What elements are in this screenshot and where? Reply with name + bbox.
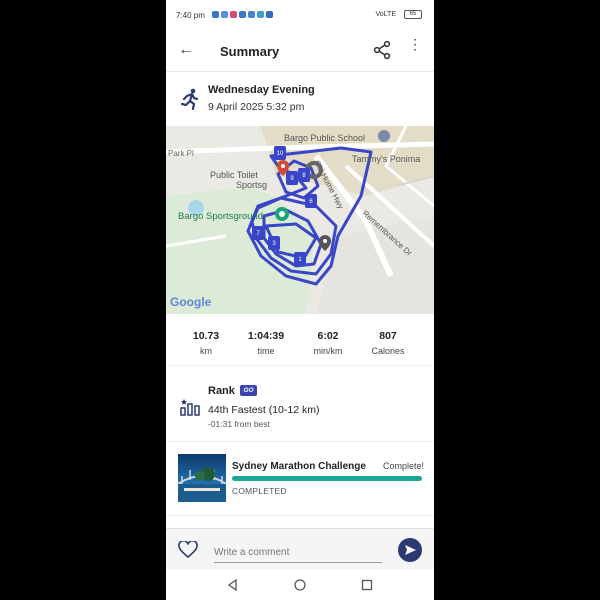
stat-label: min/km [313, 346, 343, 356]
km-marker-8: 8 [298, 168, 310, 182]
send-button[interactable] [398, 538, 422, 562]
system-nav-bar [166, 570, 434, 600]
heart-icon[interactable] [178, 541, 198, 559]
km-marker-9: 9 [286, 171, 298, 185]
stat-label: km [200, 346, 212, 356]
km-marker-6: 6 [305, 194, 317, 208]
km-marker-10: 10 [274, 146, 286, 160]
phone-screen: 7:40 pm VoLTE 65 ← Summary ⋮ Wednesday E… [166, 0, 434, 600]
activity-header: Wednesday Evening 9 April 2025 5:32 pm [166, 76, 434, 126]
app-icon [221, 11, 228, 18]
nav-home-icon[interactable] [293, 578, 307, 592]
back-arrow-icon[interactable]: ← [178, 41, 194, 59]
map-label-sportsground: Bargo Sportsground [178, 211, 263, 222]
map-label-toilet-line1: Public Toilet [210, 170, 258, 180]
stat-label: Calories [371, 346, 405, 356]
start-pin-center [281, 164, 285, 168]
activity-name: Wednesday Evening [208, 84, 315, 96]
route-map[interactable]: Bargo Public School Tammy's Ponima Park … [166, 126, 434, 314]
messenger-icon [212, 11, 219, 18]
comment-bar [166, 528, 434, 570]
stat-value: 1:04:39 [247, 330, 285, 342]
stat-value: 10.73 [192, 330, 220, 342]
rank-diff: -01:31 from best [208, 419, 270, 429]
app-icon [257, 11, 264, 18]
challenge-state: COMPLETED [232, 486, 287, 496]
map-canvas: Bargo Public School Tammy's Ponima Park … [166, 126, 434, 314]
google-logo: Google [170, 295, 212, 309]
rank-chart-icon [180, 399, 200, 416]
more-vert-icon[interactable]: ⋮ [408, 37, 422, 51]
instagram-icon [230, 11, 237, 18]
map-label-park-pl: Park Pl [168, 149, 194, 158]
send-icon [405, 545, 416, 555]
map-label-school: Bargo Public School [284, 133, 365, 143]
challenge-progress-fill [232, 476, 422, 481]
nav-back-icon[interactable] [226, 578, 240, 592]
status-time: 7:40 pm [176, 11, 205, 20]
battery-icon: 65 [404, 10, 422, 19]
activity-datetime: 9 April 2025 5:32 pm [208, 101, 305, 113]
go-badge: GO [240, 385, 257, 396]
app-icon [239, 11, 246, 18]
rank-section[interactable]: Rank GO 44th Fastest (10-12 km) -01:31 f… [166, 370, 434, 442]
challenge-thumbnail [178, 454, 226, 502]
app-icon [248, 11, 255, 18]
stat-label: time [257, 346, 275, 356]
km-marker-3: 3 [268, 236, 280, 250]
stat-calories: 807 Calories [358, 330, 418, 356]
stat-value: 807 [379, 330, 397, 342]
challenge-name: Sydney Marathon Challenge [232, 461, 366, 472]
map-label-toilet-line2: Sportsg [236, 180, 267, 190]
stats-row: 10.73 km 1:04:39 time 6:02 min/km 807 Ca… [166, 322, 434, 366]
map-label-tammys: Tammy's Ponima [352, 154, 420, 164]
end-pin-center [323, 239, 327, 243]
stat-value: 6:02 [317, 330, 339, 342]
network-indicator: VoLTE [375, 11, 397, 18]
stat-time: 1:04:39 time [236, 330, 296, 356]
share-icon[interactable] [372, 40, 392, 60]
rank-position: 44th Fastest (10-12 km) [208, 404, 320, 416]
notification-icons [212, 11, 273, 18]
nav-recents-icon[interactable] [360, 578, 374, 592]
challenge-card[interactable]: Sydney Marathon Challenge Complete! COMP… [166, 442, 434, 516]
svg-text:10: 10 [277, 151, 284, 157]
challenge-progress-bar [232, 476, 422, 481]
km-marker-7: 7 [252, 226, 264, 240]
sportsground-pin-center [279, 211, 285, 217]
km-marker-1: 1 [294, 252, 306, 266]
run-icon [180, 88, 199, 110]
stat-distance: 10.73 km [176, 330, 236, 356]
stat-pace: 6:02 min/km [298, 330, 358, 356]
app-bar: ← Summary ⋮ [166, 30, 434, 72]
challenge-status: Complete! [382, 461, 424, 471]
app-icon [266, 11, 273, 18]
school-pin-icon [378, 130, 390, 142]
page-title: Summary [220, 44, 280, 59]
comment-input[interactable] [214, 543, 382, 563]
status-bar: 7:40 pm VoLTE 65 [166, 0, 434, 30]
rank-heading: Rank [208, 385, 235, 397]
